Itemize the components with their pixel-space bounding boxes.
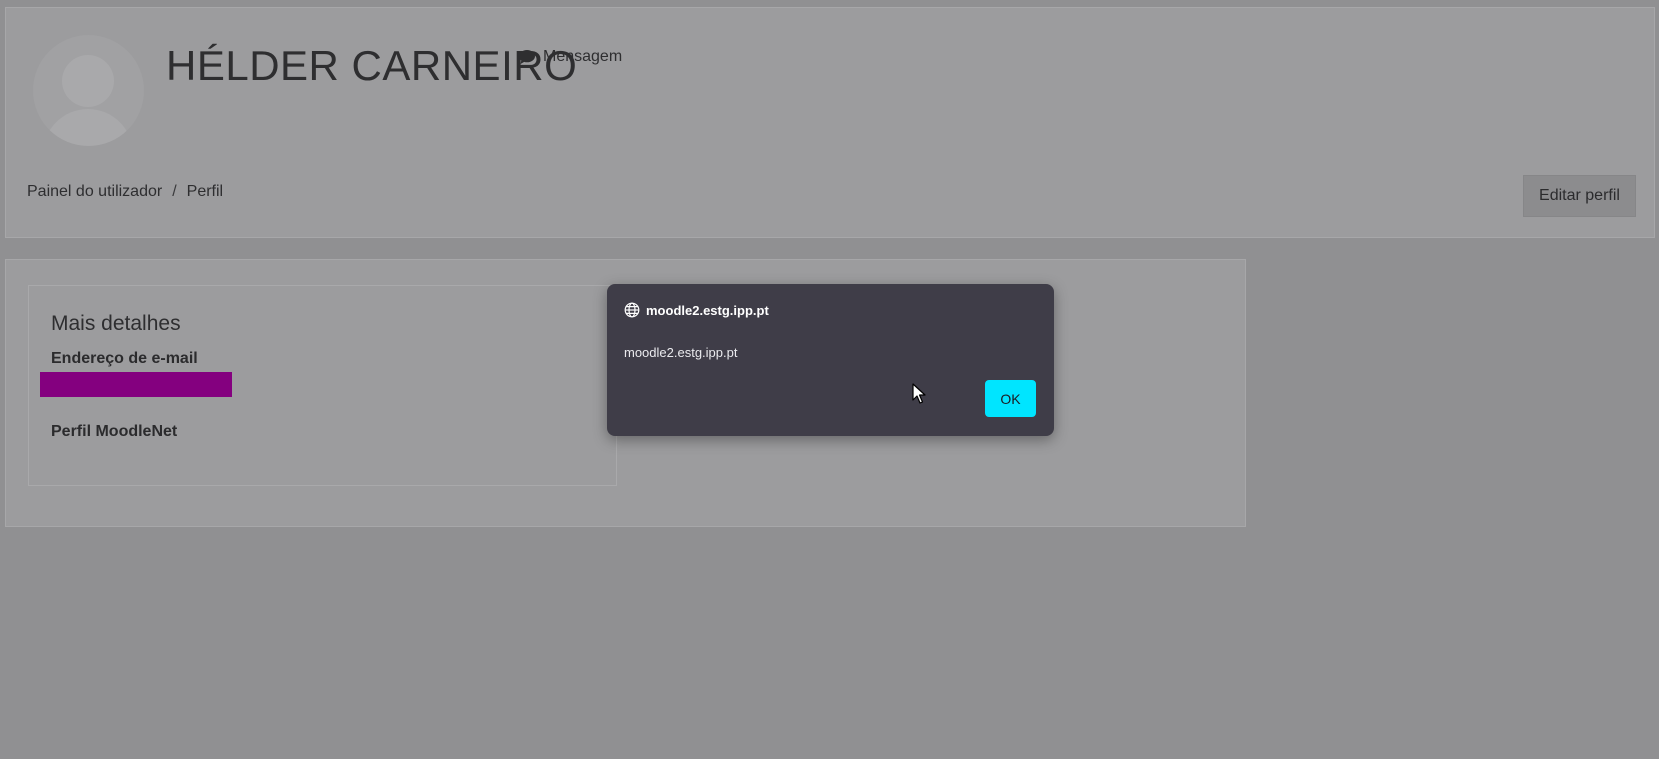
moodlenet-profile-label: Perfil MoodleNet	[51, 423, 178, 440]
message-label: Mensagem	[543, 48, 623, 65]
avatar-head-shape	[62, 55, 114, 107]
edit-profile-button[interactable]: Editar perfil	[1523, 175, 1636, 217]
email-redaction-block	[40, 372, 232, 397]
alert-header: moodle2.estg.ipp.pt	[624, 302, 769, 318]
breadcrumb-item-dashboard[interactable]: Painel do utilizador	[27, 183, 162, 201]
email-label: Endereço de e-mail	[51, 350, 198, 367]
profile-name: HÉLDER CARNEIRO	[166, 42, 578, 89]
avatar-body-shape	[43, 109, 133, 146]
globe-icon	[624, 302, 640, 318]
breadcrumb: Painel do utilizador / Perfil	[27, 183, 223, 201]
alert-origin: moodle2.estg.ipp.pt	[646, 302, 769, 318]
more-details-section: Mais detalhes Endereço de e-mail Perfil …	[28, 285, 617, 486]
profile-header-card: HÉLDER CARNEIRO Mensagem Painel do utili…	[5, 7, 1655, 238]
ok-button[interactable]: OK	[985, 380, 1036, 417]
avatar	[33, 35, 144, 146]
alert-dialog: moodle2.estg.ipp.pt moodle2.estg.ipp.pt …	[607, 284, 1054, 436]
speech-bubble-icon	[518, 49, 536, 65]
alert-message: moodle2.estg.ipp.pt	[624, 345, 738, 360]
message-link[interactable]: Mensagem	[518, 48, 622, 66]
more-details-title: Mais detalhes	[51, 312, 181, 335]
breadcrumb-separator: /	[172, 183, 177, 200]
breadcrumb-item-profile[interactable]: Perfil	[187, 183, 223, 201]
